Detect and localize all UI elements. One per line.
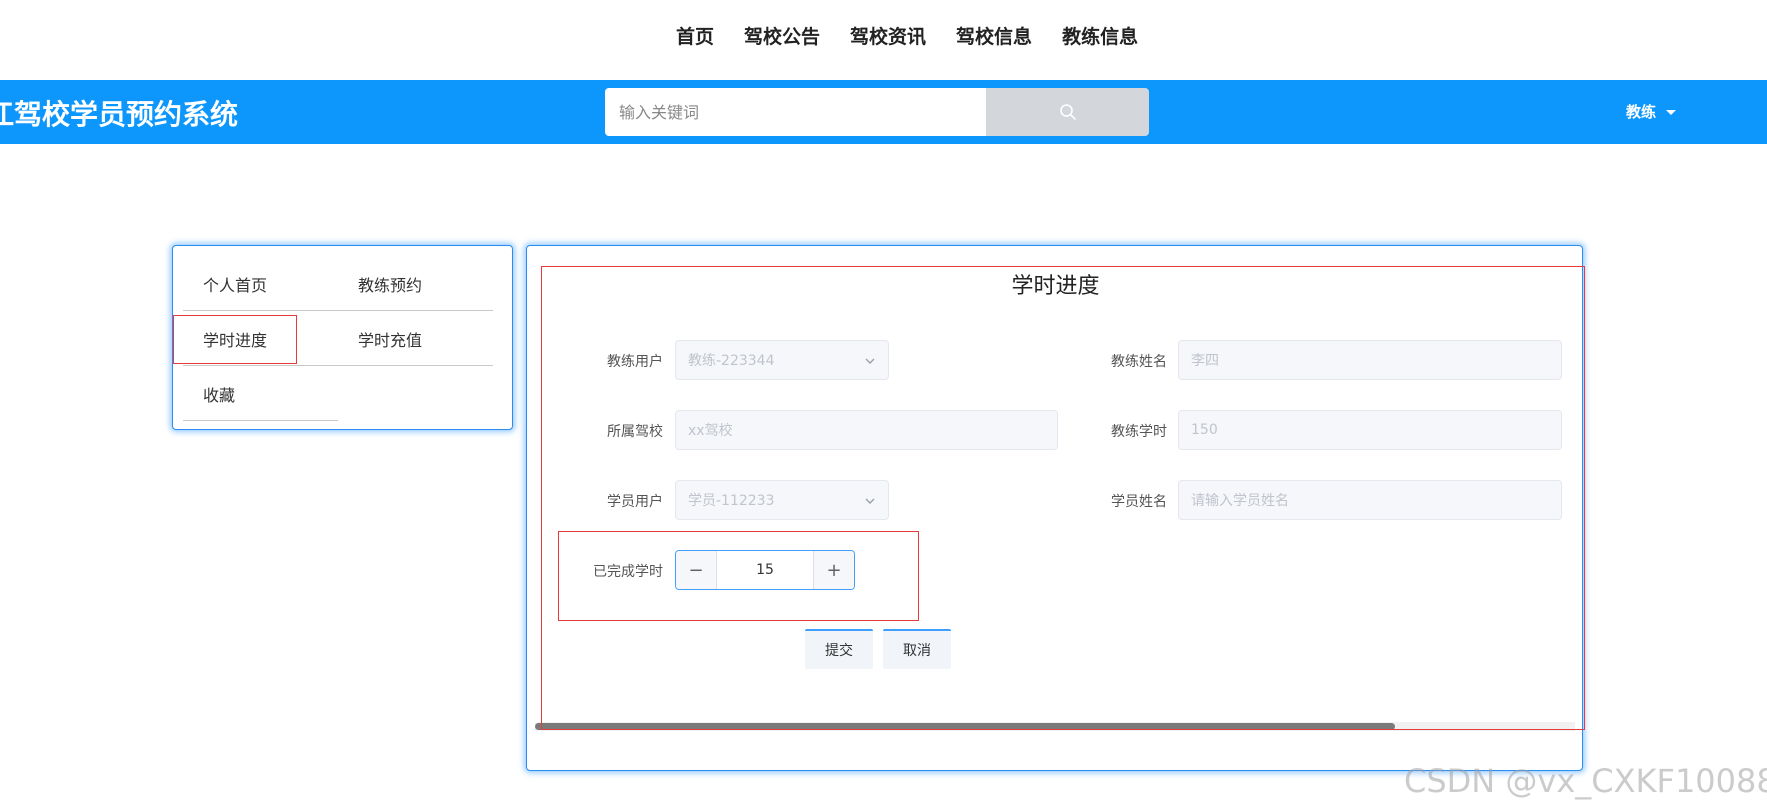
caret-down-icon — [1666, 110, 1677, 115]
menu-item-favorites[interactable]: 收藏 — [203, 382, 235, 406]
menu-item-hours-recharge[interactable]: 学时充值 — [358, 327, 422, 351]
school-value: xx驾校 — [688, 423, 733, 439]
student-name-field[interactable]: 请输入学员姓名 — [1178, 480, 1562, 520]
completed-hours-label: 已完成学时 — [593, 564, 663, 580]
increment-button[interactable]: + — [813, 551, 854, 589]
menu-item-study-progress[interactable]: 学时进度 — [203, 327, 267, 351]
decrement-button[interactable]: − — [676, 551, 717, 589]
coach-hours-field[interactable]: 150 — [1178, 410, 1562, 450]
minus-icon: − — [688, 559, 704, 581]
coach-user-label: 教练用户 — [607, 354, 663, 370]
page-title: 学时进度 — [1011, 274, 1100, 299]
student-user-value: 学员-112233 — [688, 493, 775, 509]
scrollbar-thumb[interactable] — [535, 723, 1395, 730]
coach-name-value: 李四 — [1191, 353, 1219, 369]
school-label: 所属驾校 — [607, 424, 663, 440]
student-name-label: 学员姓名 — [1111, 494, 1167, 510]
watermark: CSDN @vx_CXKF10088 — [1404, 762, 1767, 800]
school-field[interactable]: xx驾校 — [675, 410, 1058, 450]
coach-hours-label: 教练学时 — [1111, 424, 1167, 440]
cancel-button[interactable]: 取消 — [883, 629, 951, 669]
completed-hours-stepper: − 15 + — [675, 550, 855, 590]
student-user-label: 学员用户 — [607, 494, 663, 510]
menu-item-personal-home[interactable]: 个人首页 — [203, 272, 267, 296]
coach-user-select[interactable]: 教练-223344 — [675, 340, 889, 380]
completed-hours-value[interactable]: 15 — [717, 551, 813, 589]
coach-name-label: 教练姓名 — [1111, 354, 1167, 370]
header-bar: 江驾校学员预约系统 教练 — [0, 80, 1767, 144]
coach-name-field[interactable]: 李四 — [1178, 340, 1562, 380]
horizontal-scrollbar[interactable] — [535, 722, 1575, 731]
menu-item-coach-booking[interactable]: 教练预约 — [358, 272, 422, 296]
search-button[interactable] — [986, 88, 1149, 136]
submit-button[interactable]: 提交 — [805, 629, 873, 669]
menu-divider — [183, 310, 493, 311]
nav-coach-info[interactable]: 教练信息 — [1062, 22, 1138, 49]
chevron-down-icon — [865, 498, 875, 504]
nav-school-info[interactable]: 驾校信息 — [956, 22, 1032, 49]
nav-announcements[interactable]: 驾校公告 — [744, 22, 820, 49]
chevron-down-icon — [865, 358, 875, 364]
user-menu-dropdown[interactable]: 教练 — [1626, 101, 1677, 122]
menu-divider — [183, 365, 493, 366]
search-box — [605, 88, 1149, 136]
search-icon — [1059, 104, 1076, 120]
student-name-placeholder: 请输入学员姓名 — [1191, 493, 1289, 509]
student-user-select[interactable]: 学员-112233 — [675, 480, 889, 520]
top-nav-links: 首页 驾校公告 驾校资讯 驾校信息 教练信息 — [676, 22, 1138, 49]
top-nav: 首页 驾校公告 驾校资讯 驾校信息 教练信息 — [0, 0, 1767, 80]
study-progress-form: 学时进度 教练用户 教练-223344 教练姓名 李四 所属驾校 xx驾校 教练… — [526, 245, 1585, 771]
nav-news[interactable]: 驾校资讯 — [850, 22, 926, 49]
search-input[interactable] — [605, 88, 986, 136]
site-title: 江驾校学员预约系统 — [0, 98, 239, 131]
user-menu-label: 教练 — [1626, 103, 1657, 121]
coach-user-value: 教练-223344 — [688, 353, 775, 369]
nav-home[interactable]: 首页 — [676, 22, 714, 49]
side-menu: 个人首页 教练预约 学时进度 学时充值 收藏 — [172, 245, 513, 430]
coach-hours-value: 150 — [1191, 422, 1218, 438]
plus-icon: + — [826, 559, 842, 581]
menu-divider — [183, 420, 338, 421]
